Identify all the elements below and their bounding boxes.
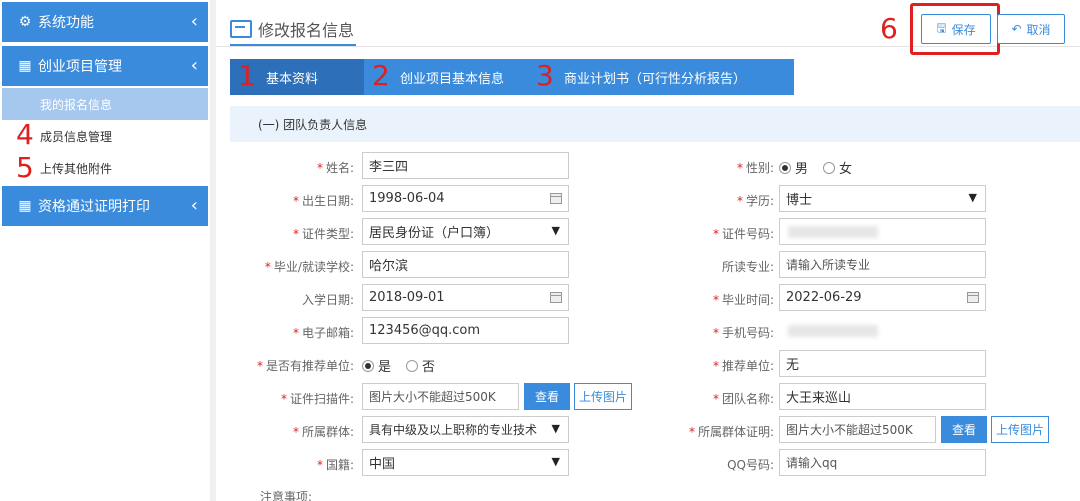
notes-heading: 注意事项: xyxy=(260,490,313,501)
submenu-label: 上传其他附件 xyxy=(40,161,113,176)
chevron-left-icon: ‹ xyxy=(190,195,198,216)
gear-icon: ⚙ xyxy=(18,14,32,30)
dropdown-arrow-icon: ▼ xyxy=(968,191,977,204)
id-number-field[interactable] xyxy=(779,218,986,245)
id-number-label: * 证件号码: xyxy=(712,227,774,241)
scan-file-field[interactable]: 图片大小不能超过500K xyxy=(362,383,519,410)
marker-1: 1 xyxy=(238,59,256,92)
dropdown-arrow-icon: ▼ xyxy=(551,224,560,237)
group-select[interactable]: 具有中级及以上职称的专业技术 ▼ xyxy=(362,416,569,443)
recommended-label: * 是否有推荐单位: xyxy=(256,359,354,373)
nation-label: * 国籍: xyxy=(316,458,354,472)
group-proof-field[interactable]: 图片大小不能超过500K xyxy=(779,416,936,443)
dropdown-arrow-icon: ▼ xyxy=(551,422,560,435)
gender-label: * 性别: xyxy=(736,161,774,175)
section-header: (一) 团队负责人信息 xyxy=(230,106,1080,142)
redacted-mask xyxy=(788,325,878,337)
education-label: * 学历: xyxy=(736,194,774,208)
submenu-my-registration[interactable]: 我的报名信息 xyxy=(2,88,208,120)
enroll-date-field[interactable]: 2018-09-01 xyxy=(362,284,569,311)
menu-system-label: 系统功能 xyxy=(38,15,94,31)
save-icon: 🖫 xyxy=(936,20,947,35)
view-group-proof-button[interactable]: 查看 xyxy=(941,416,987,443)
phone-label: * 手机号码: xyxy=(712,326,774,340)
group-label: * 所属群体: xyxy=(292,425,354,439)
dropdown-arrow-icon: ▼ xyxy=(551,455,560,468)
grid-icon: ▦ xyxy=(18,198,32,214)
phone-field[interactable] xyxy=(779,317,986,344)
email-field[interactable]: 123456@qq.com xyxy=(362,317,569,344)
menu-project[interactable]: ▦ 创业项目管理 ‹ xyxy=(2,46,208,86)
sidebar: ⚙ 系统功能 ‹ ▦ 创业项目管理 ‹ 我的报名信息 成员信息管理 4 上传其他… xyxy=(0,0,210,501)
team-label: * 团队名称: xyxy=(712,392,774,406)
submenu-label: 我的报名信息 xyxy=(40,97,113,112)
edit-form-icon xyxy=(230,20,252,38)
school-label: * 毕业/就读学校: xyxy=(264,260,354,274)
rec-unit-label: * 推荐单位: xyxy=(712,359,774,373)
enroll-label: 入学日期: xyxy=(301,293,354,307)
marker-5: 5 xyxy=(16,151,34,184)
email-label: * 电子邮箱: xyxy=(292,326,354,340)
calendar-icon[interactable] xyxy=(550,193,562,204)
menu-system[interactable]: ⚙ 系统功能 ‹ xyxy=(2,2,208,42)
recommended-radio-no[interactable]: 否 xyxy=(406,356,435,375)
calendar-icon[interactable] xyxy=(967,292,979,303)
upload-group-proof-button[interactable]: 上传图片 xyxy=(991,416,1049,443)
scan-label: * 证件扫描件: xyxy=(280,392,354,406)
group-proof-label: * 所属群体证明: xyxy=(688,425,774,439)
chevron-left-icon: ‹ xyxy=(190,55,198,76)
menu-project-label: 创业项目管理 xyxy=(38,59,122,75)
graduate-date-field[interactable]: 2022-06-29 xyxy=(779,284,986,311)
upload-scan-button[interactable]: 上传图片 xyxy=(574,383,632,410)
id-type-label: * 证件类型: xyxy=(292,227,354,241)
tab-project-info[interactable]: 2 创业项目基本信息 xyxy=(364,59,528,95)
qq-field[interactable]: 请输入qq xyxy=(779,449,986,476)
tab-label: 商业计划书（可行性分析报告） xyxy=(564,71,747,87)
page-title-text: 修改报名信息 xyxy=(258,21,355,40)
menu-certificate[interactable]: ▦ 资格通过证明打印 ‹ xyxy=(2,186,208,226)
section-title: (一) 团队负责人信息 xyxy=(258,117,368,132)
major-label: 所读专业: xyxy=(721,260,774,274)
undo-icon: ↶ xyxy=(1011,22,1022,36)
redacted-mask xyxy=(788,226,878,238)
birth-date-field[interactable]: 1998-06-04 xyxy=(362,185,569,212)
marker-4: 4 xyxy=(16,118,34,151)
recommended-radio-yes[interactable]: 是 xyxy=(362,356,391,375)
nation-select[interactable]: 中国 ▼ xyxy=(362,449,569,476)
save-button[interactable]: 🖫 保存 xyxy=(921,14,991,44)
calendar-icon[interactable] xyxy=(550,292,562,303)
view-scan-button[interactable]: 查看 xyxy=(524,383,570,410)
tab-label: 基本资料 xyxy=(266,71,319,87)
submenu-label: 成员信息管理 xyxy=(40,129,113,144)
school-field[interactable]: 哈尔滨 xyxy=(362,251,569,278)
menu-certificate-label: 资格通过证明打印 xyxy=(38,199,150,215)
gender-radio-male[interactable]: 男 xyxy=(779,158,808,177)
marker-3: 3 xyxy=(536,59,554,92)
tab-business-plan[interactable]: 3 商业计划书（可行性分析报告） xyxy=(528,59,794,95)
tab-basic-info[interactable]: 1 基本资料 xyxy=(230,59,364,95)
name-field[interactable]: 李三四 xyxy=(362,152,569,179)
name-label: * 姓名: xyxy=(316,161,354,175)
chevron-left-icon: ‹ xyxy=(190,11,198,32)
page-title: 修改报名信息 xyxy=(230,17,354,41)
gender-radio-female[interactable]: 女 xyxy=(823,158,852,177)
grid-icon: ▦ xyxy=(18,58,32,74)
marker-6: 6 xyxy=(880,12,898,45)
cancel-button[interactable]: ↶ 取消 xyxy=(997,14,1065,44)
qq-label: QQ号码: xyxy=(727,458,774,472)
team-name-field[interactable]: 大王来巡山 xyxy=(779,383,986,410)
tab-label: 创业项目基本信息 xyxy=(400,71,505,87)
major-field[interactable]: 请输入所读专业 xyxy=(779,251,986,278)
main-panel: 修改报名信息 6 🖫 保存 ↶ 取消 1 基本资料 2 创业项目基本信息 3 商… xyxy=(216,0,1080,501)
id-type-select[interactable]: 居民身份证（户口簿） ▼ xyxy=(362,218,569,245)
birth-label: * 出生日期: xyxy=(292,194,354,208)
tab-bar: 1 基本资料 2 创业项目基本信息 3 商业计划书（可行性分析报告） xyxy=(230,59,794,95)
cancel-label: 取消 xyxy=(1026,22,1051,37)
marker-2: 2 xyxy=(372,59,390,92)
graduate-label: * 毕业时间: xyxy=(712,293,774,307)
save-label: 保存 xyxy=(951,22,976,37)
rec-unit-field[interactable]: 无 xyxy=(779,350,986,377)
education-select[interactable]: 博士 ▼ xyxy=(779,185,986,212)
